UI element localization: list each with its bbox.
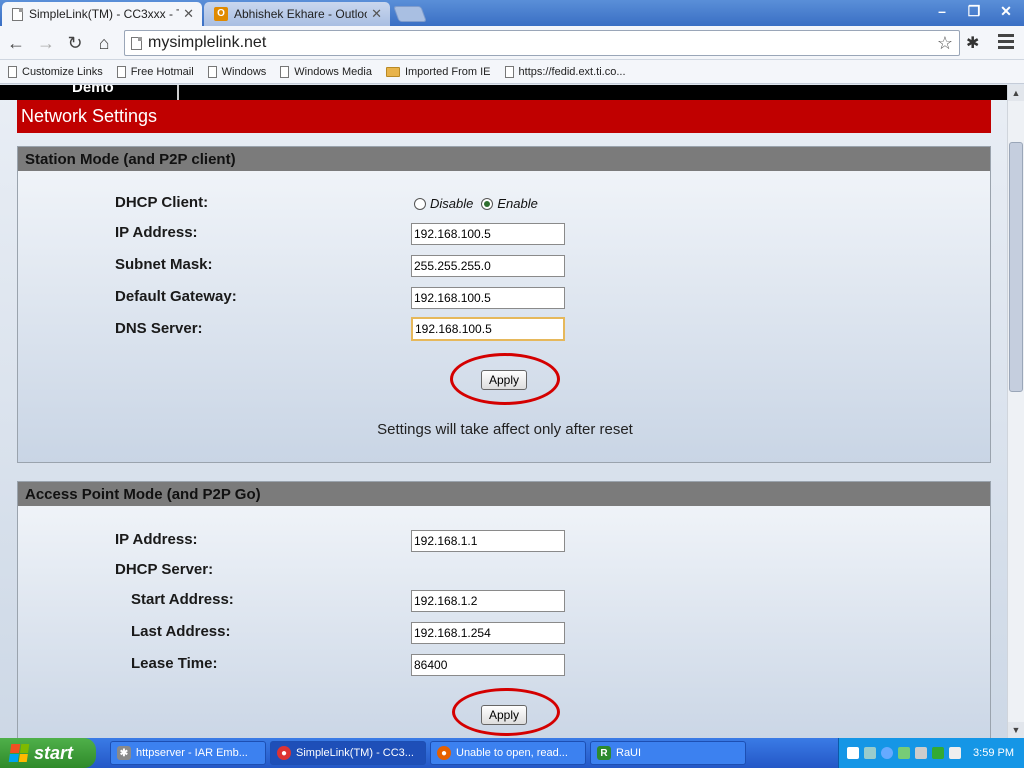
lease-time-input[interactable] [411,654,565,676]
station-ip-input[interactable] [411,223,565,245]
ap-apply-button[interactable]: Apply [481,705,527,725]
network-icon[interactable] [864,747,876,759]
station-apply-button[interactable]: Apply [481,370,527,390]
tab-title: SimpleLink(TM) - CC3xxx - TI [29,7,180,21]
section-title: Station Mode (and P2P client) [18,147,990,171]
ap-ip-input[interactable] [411,530,565,552]
tray-app-icon[interactable] [898,747,910,759]
menu-icon[interactable] [998,34,1014,52]
scroll-down-icon[interactable]: ▼ [1008,722,1024,738]
nav-divider [177,85,179,100]
back-icon[interactable]: ← [4,31,28,55]
page-viewport: Demo Network Settings Station Mode (and … [0,85,1007,738]
help-icon[interactable] [847,747,859,759]
window-controls: – ❐ ✕ [928,1,1020,21]
browser-toolbar: ← → ↻ ⌂ ☆ ✱ [0,26,1024,60]
close-icon[interactable]: ✕ [371,6,382,22]
dhcp-disable-label: Disable [430,196,474,211]
clock: 3:59 PM [973,747,1014,759]
forward-icon[interactable]: → [34,31,58,55]
dhcp-disable-radio[interactable] [414,197,426,210]
lease-time-label: Lease Time: [131,655,218,672]
restore-icon[interactable]: ❐ [960,1,988,21]
chrome-icon: ● [277,746,291,760]
page-icon [116,65,126,78]
ip-address-label: IP Address: [115,224,198,241]
bookmarks-bar: Customize Links Free Hotmail Windows Win… [0,60,1024,84]
outlook-icon: O [214,7,228,21]
dhcp-server-label: DHCP Server: [115,561,214,578]
last-address-input[interactable] [411,622,565,644]
minimize-icon[interactable]: – [928,1,956,21]
task-simplelink[interactable]: ● SimpleLink(TM) - CC3... [270,741,426,765]
iar-icon: ✱ [117,746,131,760]
bookmark-item[interactable]: Windows Media [280,65,372,78]
task-firefox[interactable]: ● Unable to open, read... [430,741,586,765]
expand-tray-icon[interactable] [881,747,893,759]
ap-ip-address-label: IP Address: [115,531,198,548]
nav-item-demo[interactable]: Demo [72,85,114,96]
close-window-icon[interactable]: ✕ [992,1,1020,21]
windows-logo-icon [8,744,30,762]
page-icon [207,65,217,78]
raui-icon: R [597,746,611,760]
new-tab-button[interactable] [393,6,427,22]
page-icon [504,65,514,78]
default-gateway-input[interactable] [411,287,565,309]
tab-simplelink[interactable]: SimpleLink(TM) - CC3xxx - TI ✕ [2,2,202,26]
extension-icon[interactable]: ✱ [966,33,979,53]
start-button[interactable]: start [0,738,96,768]
bookmark-item[interactable]: Customize Links [8,65,103,78]
dhcp-client-radios: Disable Enable [414,196,538,211]
last-address-label: Last Address: [131,623,231,640]
home-icon[interactable]: ⌂ [92,31,116,55]
bookmark-folder[interactable]: Imported From IE [385,66,491,78]
bookmark-star-icon[interactable]: ☆ [937,33,953,54]
bookmark-item[interactable]: Windows [207,65,266,78]
page-scrollbar[interactable]: ▲ ▼ [1007,85,1024,738]
windows-taskbar: start ✱ httpserver - IAR Emb... ● Simple… [0,738,1024,768]
firefox-icon: ● [437,746,451,760]
dhcp-enable-label: Enable [497,196,538,211]
dns-server-label: DNS Server: [115,320,203,337]
reload-icon[interactable]: ↻ [63,31,87,55]
dhcp-enable-radio[interactable] [481,197,494,210]
browser-tab-strip: SimpleLink(TM) - CC3xxx - TI ✕ O Abhishe… [0,0,1024,26]
subnet-mask-input[interactable] [411,255,565,277]
station-mode-panel: Station Mode (and P2P client) DHCP Clien… [17,146,991,463]
dhcp-client-label: DHCP Client: [115,194,209,211]
access-point-panel: Access Point Mode (and P2P Go) IP Addres… [17,481,991,738]
dns-server-input[interactable] [411,317,565,341]
reset-note: Settings will take affect only after res… [377,421,633,438]
close-icon[interactable]: ✕ [183,6,194,22]
page-icon [8,65,17,78]
page-icon [280,65,290,78]
system-tray: 3:59 PM [838,738,1024,768]
folder-icon [385,66,400,77]
tab-outlook[interactable]: O Abhishek Ekhare - Outlook W ✕ [204,2,390,26]
scrollbar-thumb[interactable] [1009,142,1023,392]
bookmark-item[interactable]: https://fedid.ext.ti.co... [504,65,626,78]
section-title: Access Point Mode (and P2P Go) [18,482,990,506]
task-raui[interactable]: R RaUI [590,741,746,765]
default-gateway-label: Default Gateway: [115,288,237,305]
url-input[interactable] [148,34,937,52]
scroll-up-icon[interactable]: ▲ [1008,85,1024,101]
bookmark-item[interactable]: Free Hotmail [116,65,194,78]
start-address-input[interactable] [411,590,565,612]
volume-icon[interactable] [915,747,927,759]
page-icon [12,7,23,21]
task-iar[interactable]: ✱ httpserver - IAR Emb... [110,741,266,765]
display-icon[interactable] [949,747,961,759]
page-icon [131,36,142,50]
top-nav-bar: Demo [0,85,1007,100]
start-address-label: Start Address: [131,591,234,608]
tab-title: Abhishek Ekhare - Outlook W [234,7,367,21]
address-bar[interactable]: ☆ [124,30,960,56]
raui-tray-icon[interactable] [932,747,944,759]
subnet-mask-label: Subnet Mask: [115,256,213,273]
page-title: Network Settings [17,100,991,133]
